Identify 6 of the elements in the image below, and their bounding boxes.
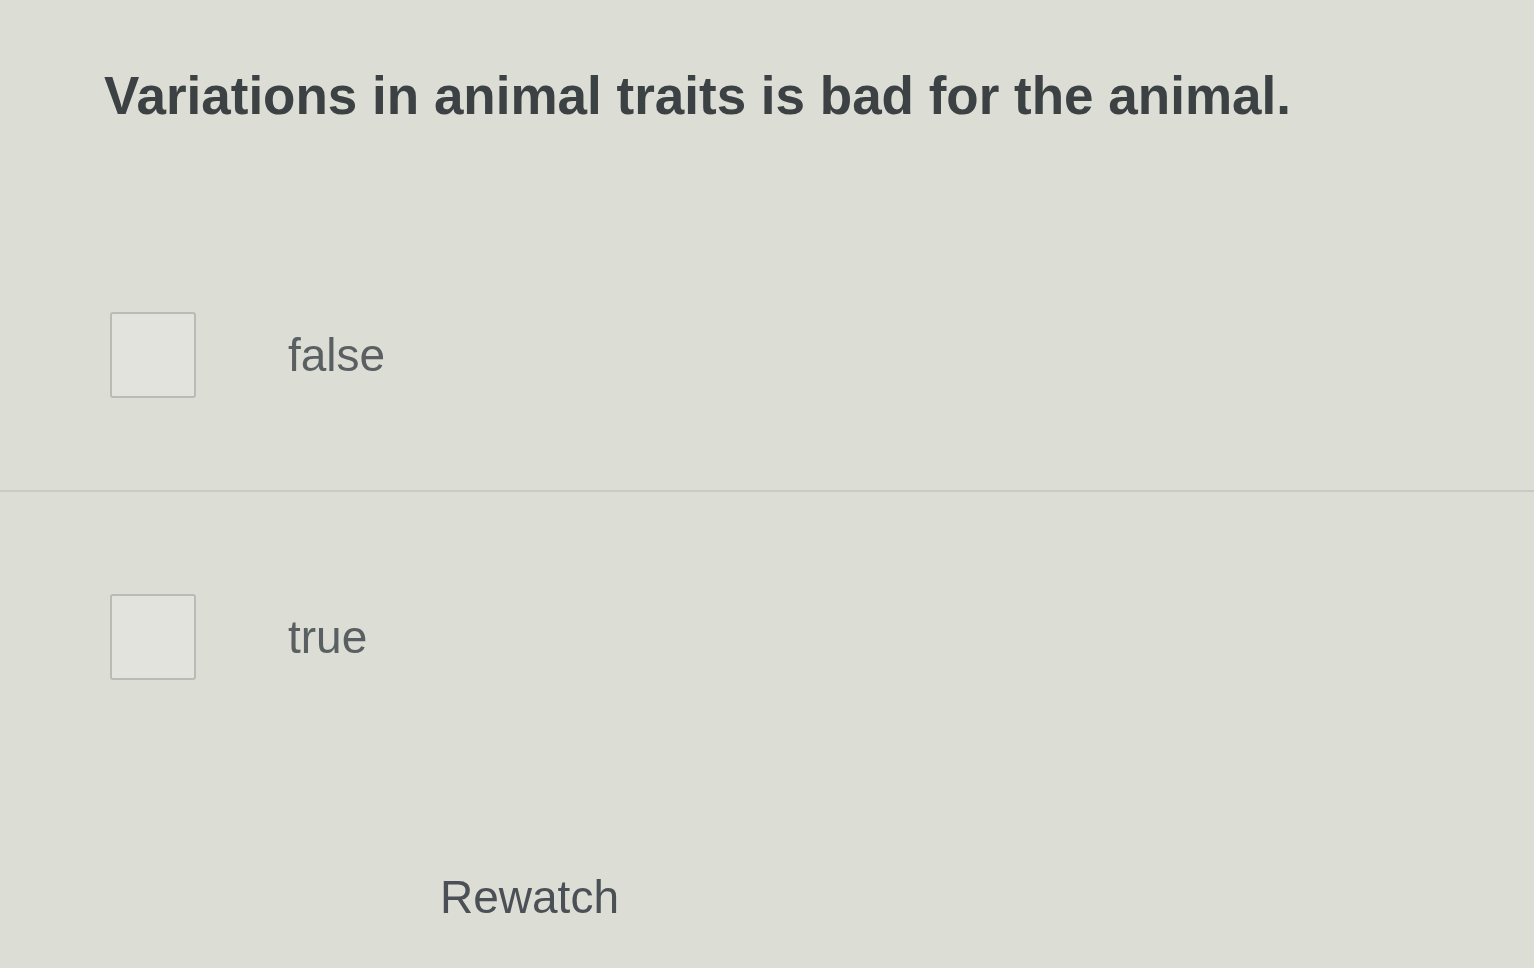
- checkbox[interactable]: [110, 594, 196, 680]
- checkbox[interactable]: [110, 312, 196, 398]
- option-label[interactable]: false: [288, 327, 386, 383]
- option-label[interactable]: true: [288, 609, 368, 665]
- rewatch-button[interactable]: Rewatch: [430, 869, 629, 925]
- question-text: Variations in animal traits is bad for the animal.: [104, 65, 1291, 127]
